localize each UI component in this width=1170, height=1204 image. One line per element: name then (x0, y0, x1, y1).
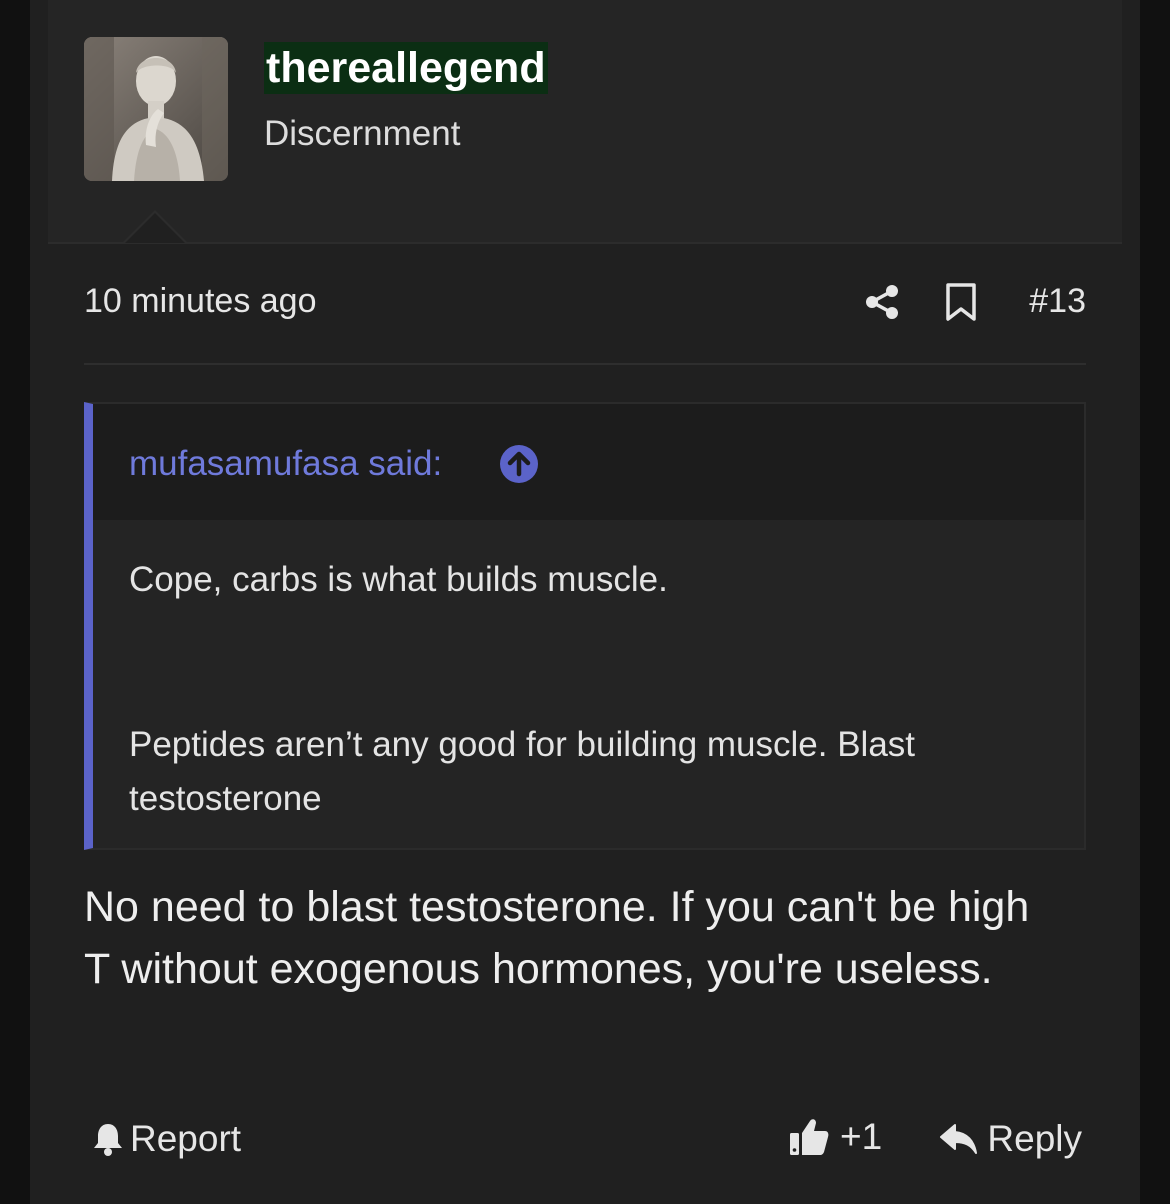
post-number-link[interactable]: #13 (1029, 282, 1086, 321)
quote-block: mufasamufasa said: Cope, carbs is what b… (84, 402, 1086, 850)
reply-label: Reply (987, 1118, 1082, 1159)
bookmark-icon[interactable] (944, 282, 978, 322)
avatar[interactable] (84, 37, 228, 181)
post-timestamp[interactable]: 10 minutes ago (84, 282, 317, 321)
user-header: thereallegend Discernment (48, 0, 1122, 244)
reaction-count: +1 (840, 1116, 883, 1157)
like-button[interactable]: +1 (788, 1116, 882, 1158)
statue-avatar-icon (84, 37, 228, 181)
user-title: Discernment (264, 114, 461, 153)
forum-post: thereallegend Discernment 10 minutes ago… (30, 0, 1140, 1204)
arrow-up-circle-icon[interactable] (499, 444, 539, 484)
post-body: No need to blast testosterone. If you ca… (84, 883, 1030, 993)
username-link[interactable]: thereallegend (264, 42, 548, 94)
reply-arrow-icon (940, 1124, 978, 1154)
header-pointer-fill (125, 213, 185, 243)
reply-button[interactable]: Reply (939, 1118, 1082, 1160)
bell-icon (94, 1124, 122, 1156)
quote-header: mufasamufasa said: (93, 404, 1084, 520)
thumbs-up-icon (790, 1119, 829, 1155)
share-icon[interactable] (862, 282, 902, 322)
quote-paragraph: Peptides aren’t any good for building mu… (129, 725, 916, 818)
divider (84, 363, 1086, 365)
quote-paragraph: Cope, carbs is what builds muscle. (129, 560, 668, 599)
post-meta: 10 minutes ago #13 (84, 278, 1086, 328)
post-actions: Report +1 Reply (84, 1112, 1086, 1172)
report-label: Report (130, 1118, 242, 1159)
report-button[interactable]: Report (92, 1118, 241, 1160)
quote-author-link[interactable]: mufasamufasa said: (129, 444, 442, 484)
